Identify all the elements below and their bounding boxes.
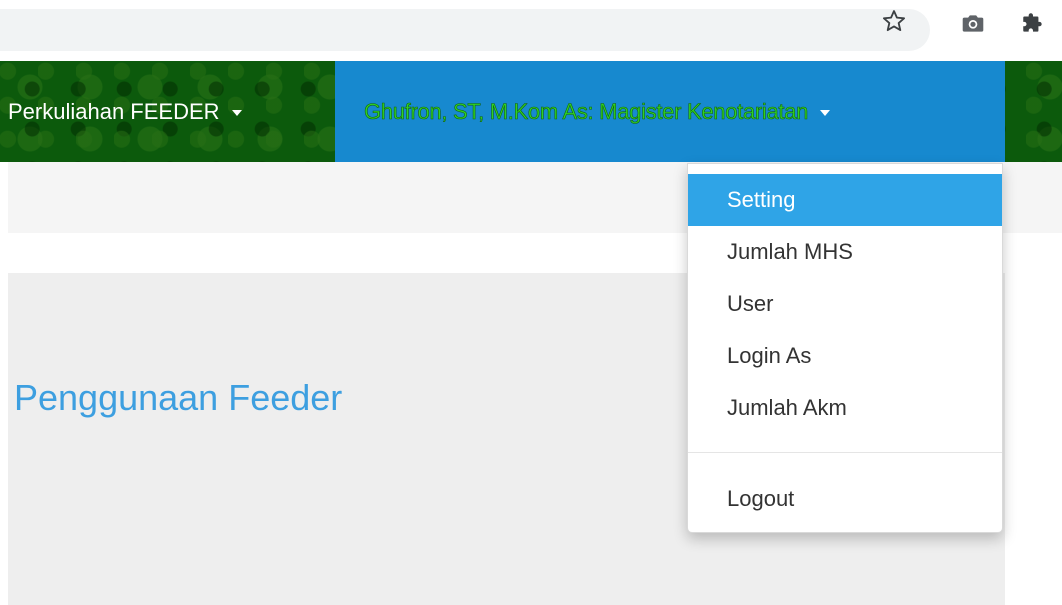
menu-item-label: Jumlah Akm — [727, 395, 847, 420]
menu-item-login-as[interactable]: Login As — [688, 330, 1002, 382]
menu-item-jumlah-mhs[interactable]: Jumlah MHS — [688, 226, 1002, 278]
menu-item-label: Jumlah MHS — [727, 239, 853, 264]
menu-item-jumlah-akm[interactable]: Jumlah Akm — [688, 382, 1002, 434]
page-title: Penggunaan Feeder — [14, 377, 343, 418]
caret-down-icon — [231, 110, 242, 116]
menu-item-user[interactable]: User — [688, 278, 1002, 330]
browser-chrome — [0, 0, 1062, 60]
menu-item-label: Setting — [727, 187, 796, 212]
camera-icon[interactable] — [958, 8, 988, 38]
menu-item-label: Logout — [727, 486, 795, 511]
menu-item-label: User — [727, 291, 774, 316]
nav-menu-perkuliahan-label: Perkuliahan FEEDER — [8, 98, 220, 124]
caret-down-icon — [820, 110, 831, 116]
menu-divider — [688, 452, 1002, 453]
star-icon[interactable] — [879, 6, 909, 36]
nav-user-menu-label: Ghufron, ST, M.Kom As: Magister Kenotari… — [364, 98, 809, 124]
page: Perkuliahan FEEDER Ghufron, ST, M.Kom As… — [0, 0, 1062, 605]
menu-item-label: Login As — [727, 343, 812, 368]
menu-item-setting[interactable]: Setting — [688, 174, 1002, 226]
top-navbar: Perkuliahan FEEDER Ghufron, ST, M.Kom As… — [0, 61, 1062, 162]
nav-user-menu[interactable]: Ghufron, ST, M.Kom As: Magister Kenotari… — [335, 61, 1005, 162]
user-dropdown-menu: Setting Jumlah MHS User Login As Jumlah … — [687, 163, 1003, 533]
address-bar[interactable] — [0, 9, 930, 51]
menu-item-logout[interactable]: Logout — [688, 473, 1002, 525]
nav-menu-perkuliahan-feeder[interactable]: Perkuliahan FEEDER — [8, 61, 242, 162]
puzzle-extension-icon[interactable] — [1018, 8, 1048, 38]
